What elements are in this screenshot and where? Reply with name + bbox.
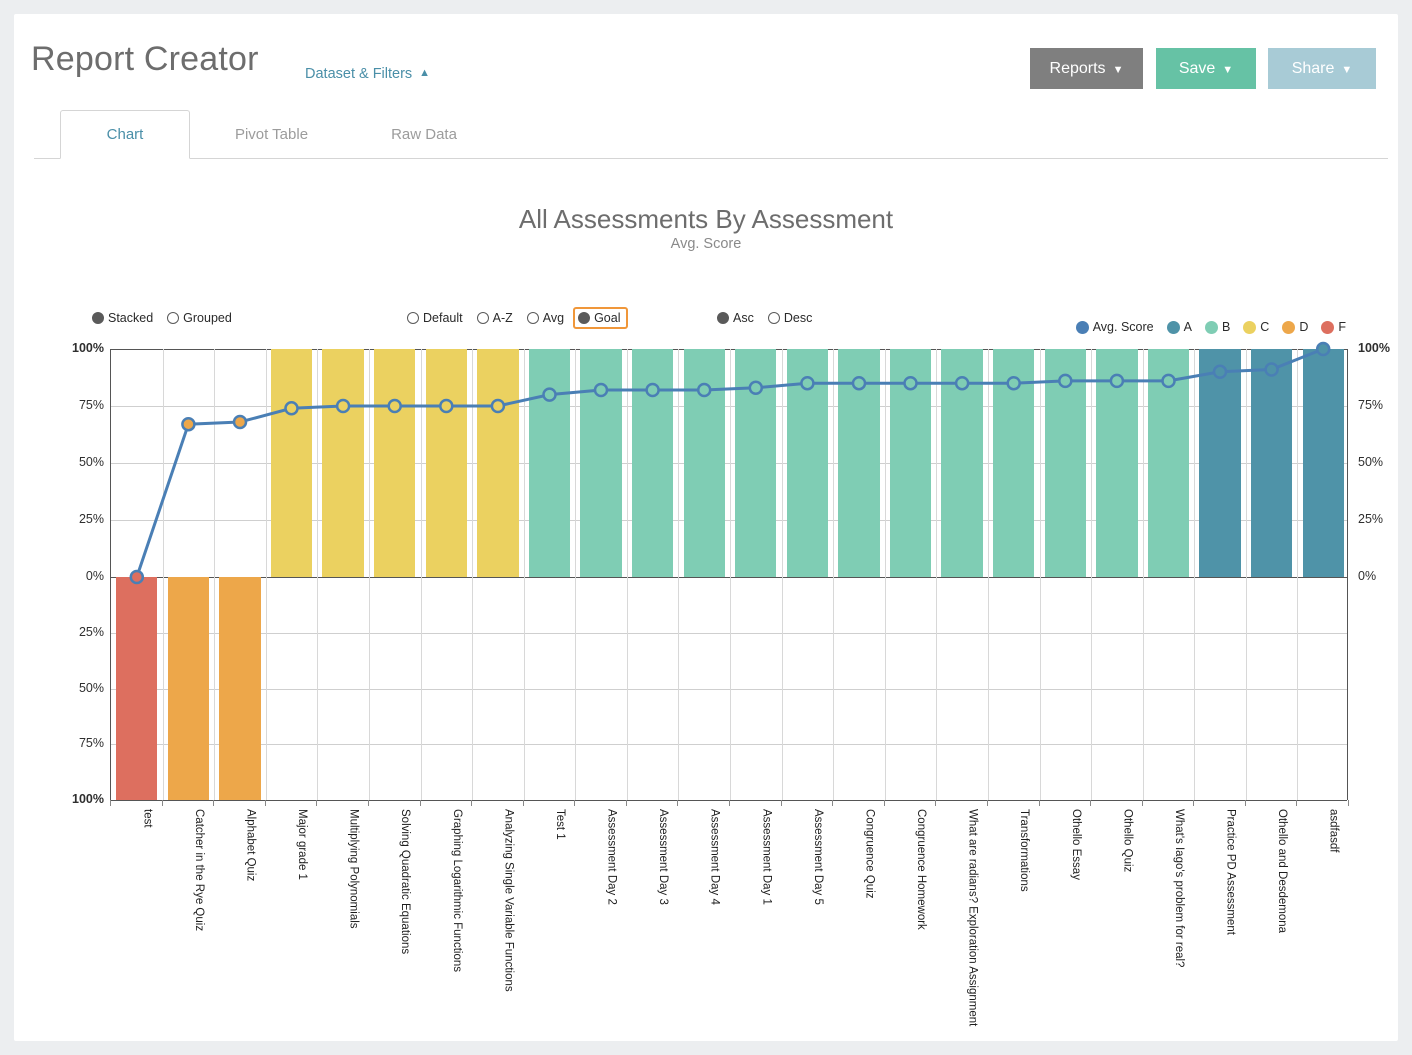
x-axis-label: Othello Essay <box>1069 809 1081 880</box>
y-axis-tick-label: 75% <box>48 398 104 412</box>
x-axis-label: Transformations <box>1018 809 1030 892</box>
y-axis-tick-label: 100% <box>48 792 104 806</box>
x-axis-label: What's Iago's problem for real? <box>1172 809 1184 967</box>
y-axis-tick-label: 50% <box>48 681 104 695</box>
x-axis-tick <box>110 800 111 806</box>
x-axis-tick <box>935 800 936 806</box>
x-axis-tick <box>1296 800 1297 806</box>
line-marker[interactable] <box>492 400 504 412</box>
x-axis-tick <box>1090 800 1091 806</box>
x-axis-label: Major grade 1 <box>296 809 308 880</box>
line-marker[interactable] <box>1111 375 1123 387</box>
x-axis-label: Assessment Day 1 <box>760 809 772 905</box>
x-axis-tick <box>1348 800 1349 806</box>
x-axis-label: Othello Quiz <box>1121 809 1133 872</box>
x-axis-label: Assessment Day 3 <box>657 809 669 905</box>
x-axis-tick <box>987 800 988 806</box>
x-axis-tick <box>884 800 885 806</box>
x-axis-tick <box>832 800 833 806</box>
x-axis-label: test <box>141 809 153 828</box>
line-marker[interactable] <box>544 389 556 401</box>
x-axis-label: Test 1 <box>553 809 565 840</box>
x-axis-tick <box>677 800 678 806</box>
x-axis-tick <box>213 800 214 806</box>
x-axis-tick <box>316 800 317 806</box>
x-axis-tick <box>523 800 524 806</box>
y-axis-tick-label-right: 25% <box>1358 512 1412 526</box>
x-axis-tick <box>626 800 627 806</box>
line-marker[interactable] <box>234 416 246 428</box>
line-marker[interactable] <box>647 384 659 396</box>
x-axis-label: What are radians? Exploration Assignment <box>966 809 978 1026</box>
line-marker[interactable] <box>1266 364 1278 376</box>
y-axis-tick-label: 0% <box>48 569 104 583</box>
line-path <box>137 349 1323 577</box>
line-marker[interactable] <box>905 377 917 389</box>
report-creator-window: Report Creator Dataset & Filters ▲ Repor… <box>14 14 1398 1041</box>
line-marker[interactable] <box>389 400 401 412</box>
y-axis-tick-label: 25% <box>48 512 104 526</box>
y-axis-tick-label-right: 0% <box>1358 569 1412 583</box>
y-axis-tick-label-right: 75% <box>1358 398 1412 412</box>
y-axis-tick-label: 75% <box>48 736 104 750</box>
line-marker[interactable] <box>1008 377 1020 389</box>
line-marker[interactable] <box>182 418 194 430</box>
line-marker[interactable] <box>337 400 349 412</box>
x-axis-tick <box>574 800 575 806</box>
x-axis-tick <box>1193 800 1194 806</box>
x-axis-label: Congruence Quiz <box>863 809 875 899</box>
x-axis-label: Congruence Homework <box>915 809 927 930</box>
x-axis-label: Solving Quadratic Equations <box>399 809 411 954</box>
x-axis-label: Practice PD Assessment <box>1224 809 1236 935</box>
x-axis-tick <box>420 800 421 806</box>
line-marker[interactable] <box>1163 375 1175 387</box>
y-axis-tick-label-right: 50% <box>1358 455 1412 469</box>
x-axis-tick <box>162 800 163 806</box>
line-marker[interactable] <box>853 377 865 389</box>
x-axis-label: asdfasdf <box>1327 809 1339 852</box>
y-axis-tick-label: 25% <box>48 625 104 639</box>
x-axis-label: Assessment Day 4 <box>708 809 720 905</box>
line-marker[interactable] <box>801 377 813 389</box>
x-axis-label: Assessment Day 2 <box>605 809 617 905</box>
line-marker[interactable] <box>440 400 452 412</box>
plot-canvas <box>110 349 1348 800</box>
x-axis-tick <box>1039 800 1040 806</box>
line-marker[interactable] <box>286 402 298 414</box>
x-axis-label: Catcher in the Rye Quiz <box>192 809 204 931</box>
line-marker[interactable] <box>750 382 762 394</box>
y-axis-tick-label-right: 100% <box>1358 341 1412 355</box>
y-axis-tick-label: 50% <box>48 455 104 469</box>
x-axis-tick <box>781 800 782 806</box>
x-axis-tick <box>1142 800 1143 806</box>
chart-plot-area: 100%75%50%25%0%25%50%75%100%100%75%50%25… <box>14 14 1398 1041</box>
line-marker[interactable] <box>1214 366 1226 378</box>
x-axis-tick <box>1245 800 1246 806</box>
line-marker[interactable] <box>956 377 968 389</box>
x-axis-label: Assessment Day 5 <box>811 809 823 905</box>
x-axis-label: Analyzing Single Variable Functions <box>502 809 514 992</box>
x-axis-label: Othello and Desdemona <box>1276 809 1288 933</box>
line-marker[interactable] <box>1317 343 1329 355</box>
x-axis-tick <box>265 800 266 806</box>
line-marker[interactable] <box>131 571 143 583</box>
avg-score-line <box>111 349 1349 800</box>
x-axis-tick <box>471 800 472 806</box>
y-axis-tick-label: 100% <box>48 341 104 355</box>
x-axis-label: Alphabet Quiz <box>244 809 256 881</box>
x-axis-tick <box>368 800 369 806</box>
line-marker[interactable] <box>595 384 607 396</box>
line-marker[interactable] <box>698 384 710 396</box>
x-axis-label: Graphing Logarithmic Functions <box>450 809 462 972</box>
x-axis-tick <box>729 800 730 806</box>
x-axis-label: Multiplying Polynomials <box>347 809 359 929</box>
line-marker[interactable] <box>1059 375 1071 387</box>
